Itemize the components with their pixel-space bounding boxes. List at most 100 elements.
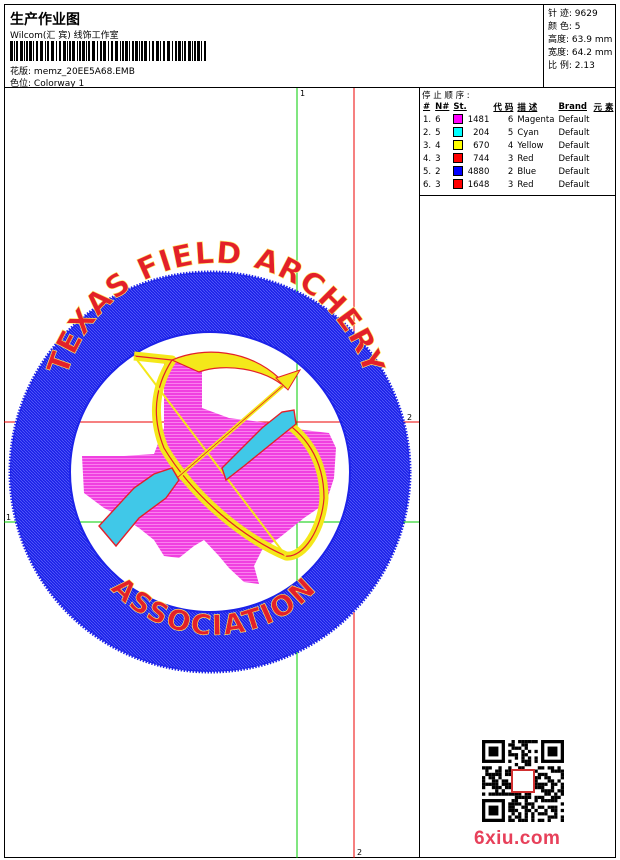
qr-module [557,769,561,773]
qr-module [550,815,555,819]
qr-module [524,795,528,800]
stat-scale: 比 例: 2.13 [548,61,595,71]
qr-module [508,749,512,754]
col-stitches: St. [453,101,467,112]
qr-module [524,743,528,747]
cell-needle: 3 [435,179,441,190]
qr-module [524,815,528,819]
color-swatch [453,140,464,151]
qr-module [557,766,561,770]
qr-module [491,776,496,780]
marker-left-1: 1 [6,513,11,522]
barcode-bar [67,41,68,61]
qr-module [541,772,545,777]
qr-module [514,808,519,813]
qr-module [554,808,558,813]
table-row: 2. 5 204 5 Cyan Default [421,126,615,139]
cell-brand: Default [558,127,590,138]
cell-needle: 4 [435,140,441,151]
barcode-bar [156,41,159,61]
cell-description: Blue [517,166,537,177]
qr-module [550,782,555,786]
barcode-bar [182,41,183,61]
cell-stitches: 1648 [451,178,491,191]
qr-module [560,815,564,819]
qr-module [501,792,505,796]
qr-module [560,789,564,793]
qr-module [521,743,525,747]
barcode-bar [72,41,75,61]
qr-module [524,818,528,822]
qr-module [527,802,532,806]
barcode-bar [132,41,134,61]
qr-module [537,766,542,770]
table-row: 6. 3 1648 3 Red Default [421,178,615,191]
qr-module [544,772,548,777]
stitch-count: 670 [473,140,490,151]
qr-module [557,795,561,800]
qr-module [518,818,522,822]
qr-module [527,759,532,763]
barcode-bar [45,41,46,61]
qr-module [527,762,532,767]
qr-center-stamp [511,769,535,793]
qr-module [557,779,561,783]
cell-description: Magenta [517,114,555,125]
qr-module [554,815,558,819]
cell-brand: Default [558,153,590,164]
barcode-bar [152,41,154,61]
qr-module [491,779,496,783]
stitch-count: 744 [473,153,490,164]
qr-module [560,785,564,790]
qr-module [547,818,551,822]
cell-element [592,113,616,126]
qr-module [508,802,512,806]
stat-height: 高度: 63.9 mm [548,35,613,45]
barcode-bar [188,41,191,61]
qr-module [521,740,525,744]
cell-code: 4 [507,140,514,151]
cell-stitches: 744 [451,152,491,165]
barcode-bar [120,41,121,61]
qr-module [560,776,564,780]
qr-module [495,769,499,773]
color-swatch [453,127,464,138]
qr-code[interactable] [482,740,564,822]
qr-module [547,766,551,770]
barcode-bar [201,41,202,61]
cell-index: 5. [423,166,432,177]
qr-module [521,753,525,757]
qr-module [495,789,499,793]
barcode-bar [178,41,181,61]
color-swatch [453,166,464,177]
qr-module [541,766,545,770]
qr-module [495,782,499,786]
barcode-bar [149,41,150,61]
qr-module [550,808,555,813]
qr-module [514,802,519,806]
col-needle: N# [435,101,450,112]
cell-index: 1. [423,114,432,125]
qr-module [537,782,542,786]
cell-stitches: 4880 [451,165,491,178]
cell-needle: 2 [435,166,441,177]
barcode-bar [63,41,66,61]
qr-module [547,789,551,793]
qr-module [488,792,492,796]
qr-module [560,772,564,777]
barcode-bar [97,41,98,61]
qr-module [491,792,496,796]
barcode-bar [163,41,165,61]
embroidery-preview: TEXAS FIELD ARCHERY ASSOCIATION 1 1 2 2 [4,88,419,858]
table-row: 5. 2 4880 2 Blue Default [421,165,615,178]
qr-module [547,776,551,780]
barcode-bar [167,41,170,61]
qr-module [541,812,545,816]
design-canvas[interactable]: TEXAS FIELD ARCHERY ASSOCIATION 1 1 2 2 [4,88,420,858]
qr-module [541,805,545,809]
table-header-row: # N# St. 代 码 描 述 Brand 元 素 [421,100,615,113]
qr-module [531,815,535,819]
qr-module [531,812,535,816]
cell-index: 2. [423,127,432,138]
col-code: 代 码 [493,102,514,113]
